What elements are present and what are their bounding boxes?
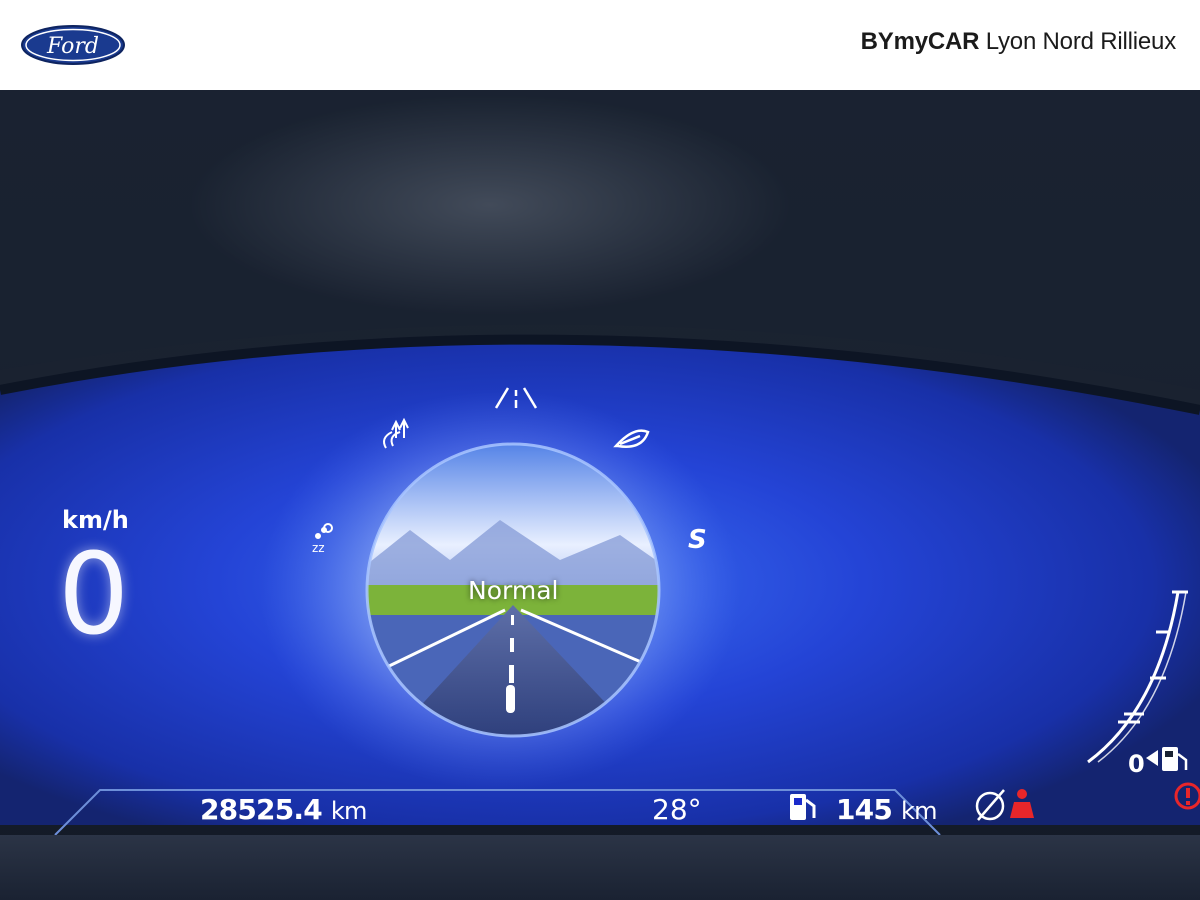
odometer-value: 28525.4	[200, 793, 323, 826]
site-header: Ford BYmyCAR Lyon Nord Rillieux	[0, 0, 1200, 90]
odometer-unit: km	[330, 797, 367, 825]
ford-logo: Ford	[21, 25, 125, 65]
speed-value: 0	[58, 530, 130, 660]
range-unit: km	[901, 797, 937, 825]
svg-text:Ford: Ford	[46, 34, 99, 59]
outside-temperature: 28°	[652, 793, 702, 826]
range-value: 145	[836, 793, 893, 826]
fuel-range: 145 km	[836, 793, 937, 826]
drive-mode-label: Normal	[468, 576, 559, 605]
fuel-empty-label: 0	[1128, 750, 1145, 778]
svg-text:zz: zz	[312, 541, 325, 555]
dealer-location: Lyon Nord Rillieux	[985, 28, 1176, 55]
cluster-screen: S zz	[0, 90, 1200, 900]
dealer-name: BYmyCAR Lyon Nord Rillieux	[860, 28, 1177, 56]
dealer-brand: BYmyCAR	[860, 28, 980, 55]
svg-text:S: S	[688, 525, 707, 555]
instrument-cluster-photo: S zz km/h 0 Normal 28525.4 km 28° 145 km…	[0, 90, 1200, 900]
sport-icon: S	[688, 525, 707, 555]
odometer: 28525.4 km	[200, 793, 367, 826]
